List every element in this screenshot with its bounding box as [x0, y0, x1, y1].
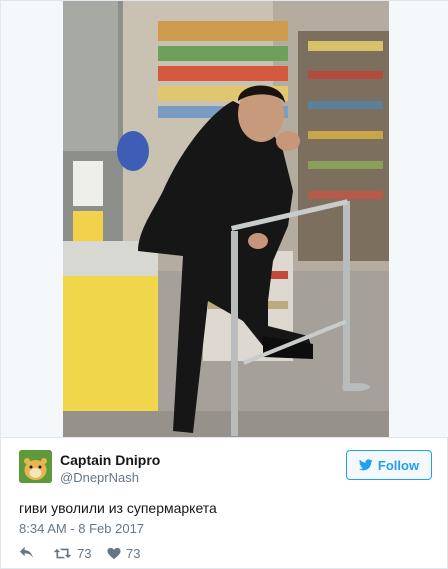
tweet-card: Captain Dnipro @DneprNash Follow гиви ув… — [0, 0, 448, 569]
twitter-bird-icon — [358, 459, 373, 471]
heart-icon — [107, 547, 121, 560]
tweet-text: гиви уволили из супермаркета — [19, 500, 217, 516]
retweet-button[interactable]: 73 — [53, 546, 91, 561]
like-button[interactable]: 73 — [107, 546, 140, 561]
author-name[interactable]: Captain Dnipro — [60, 452, 160, 468]
like-count: 73 — [126, 546, 141, 561]
reply-icon — [20, 546, 33, 559]
tweet-media[interactable] — [1, 1, 448, 438]
reply-button[interactable] — [19, 546, 34, 559]
supermarket-photo — [63, 1, 389, 437]
avatar[interactable] — [19, 450, 52, 483]
hamster-avatar-icon — [19, 450, 52, 483]
retweet-icon — [53, 548, 72, 559]
tweet-photo[interactable] — [63, 1, 389, 437]
tweet-timestamp[interactable]: 8:34 AM - 8 Feb 2017 — [19, 521, 144, 536]
author-handle[interactable]: @DneprNash — [60, 470, 139, 485]
follow-button[interactable]: Follow — [346, 450, 432, 480]
follow-label: Follow — [377, 457, 420, 473]
retweet-count: 73 — [77, 546, 92, 561]
tweet-author: Captain Dnipro @DneprNash Follow — [19, 450, 433, 490]
tweet-actions: 73 73 — [19, 546, 319, 564]
